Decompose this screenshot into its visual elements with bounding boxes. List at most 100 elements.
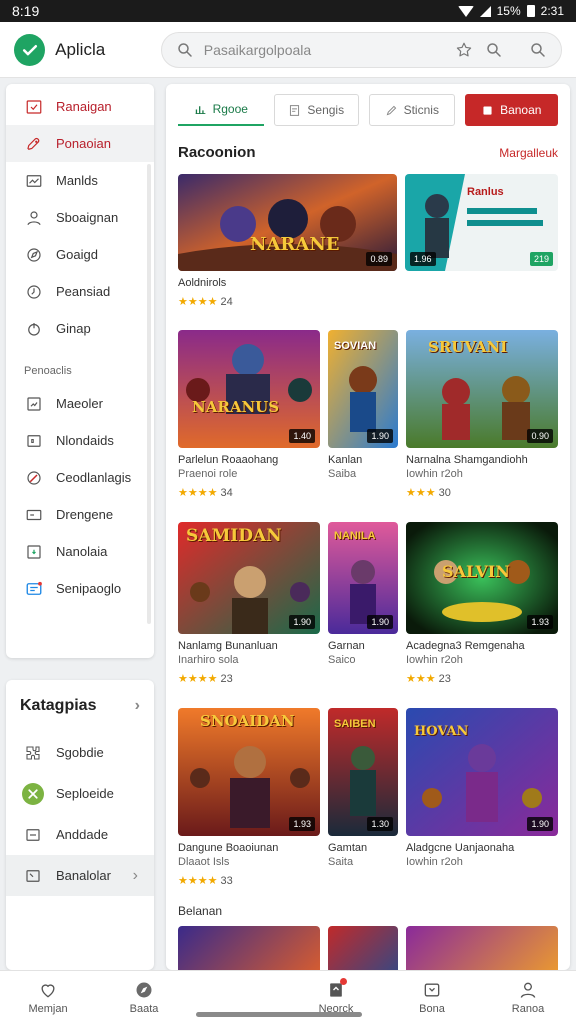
star-icon[interactable]: [453, 39, 475, 61]
game-card[interactable]: SRUVANI 0.90 Narnalna Shamgandiohh Iowhi…: [406, 330, 558, 499]
game-thumbnail[interactable]: Ranlus 1.96 219: [405, 174, 558, 271]
sidebar-scrollbar[interactable]: [147, 164, 151, 624]
game-thumbnail[interactable]: SALVIN 1.93: [406, 522, 558, 634]
nav-item-memjan[interactable]: Memjan: [0, 980, 96, 1015]
status-time: 8:19: [12, 3, 40, 19]
sidebar-item-label: Nlondaids: [56, 433, 114, 448]
game-row-5: [178, 926, 558, 970]
game-subtitle: Saita: [328, 856, 354, 868]
sidebar-item-nanolaia[interactable]: Nanolaia: [6, 533, 154, 570]
game-size-badge: 1.90: [367, 429, 393, 443]
sidebar-item-manlds[interactable]: Manlds: [6, 162, 154, 199]
sidebar-item-ginap[interactable]: Ginap: [6, 310, 154, 347]
nav-item-bona[interactable]: Bona: [384, 980, 480, 1015]
nav-item-baata[interactable]: Baata: [96, 980, 192, 1015]
sidebar-item-ponaoian[interactable]: Ponaoian: [6, 125, 154, 162]
search-submit-icon[interactable]: [527, 39, 549, 61]
search-icon: [174, 39, 196, 61]
sidebar-item-ceodlanlagis[interactable]: Ceodlanlagis: [6, 459, 154, 496]
sidebar-nav: Ranaigan Ponaoian Manlds Sboaignan Goaig…: [6, 84, 154, 658]
rating-value: 24: [220, 295, 233, 308]
tab-rgooe[interactable]: Rgooe: [178, 94, 264, 126]
tab-label: Banoan: [500, 103, 542, 117]
sidebar-item-senipaoglo[interactable]: Senipaoglo: [6, 570, 154, 607]
sidebar-item-sboaignan[interactable]: Sboaignan: [6, 199, 154, 236]
rating-stars: ★★★★: [178, 487, 218, 499]
category-label: Anddade: [56, 827, 109, 842]
bar-chart-icon: [195, 105, 205, 114]
voice-search-icon[interactable]: [483, 39, 505, 61]
game-card[interactable]: SNOAIDAN 1.93 Dangune Boaoiunan Dlaaot I…: [178, 708, 320, 887]
game-art-title: NARANE: [250, 234, 340, 255]
game-card[interactable]: SAIBEN 1.30 Gamtan Saita: [328, 708, 398, 887]
tab-sengis[interactable]: Sengis: [273, 94, 360, 126]
game-title: Aoldnirols: [178, 277, 227, 289]
game-title: Kanlan: [328, 454, 363, 466]
grid-icon: [24, 431, 44, 451]
sidebar-item-goaigd[interactable]: Goaigd: [6, 236, 154, 273]
app-logo-icon[interactable]: [14, 33, 46, 66]
game-thumbnail[interactable]: NANILA 1.90: [328, 522, 398, 634]
game-rating: ★★★★ 24: [178, 295, 397, 309]
game-thumbnail[interactable]: SAMIDAN 1.90: [178, 522, 320, 634]
tab-banoan[interactable]: Banoan: [464, 94, 558, 126]
category-item-sgobdie[interactable]: Sgobdie: [6, 732, 154, 773]
sidebar-item-peansiad[interactable]: Peansiad: [6, 273, 154, 310]
rating-value: 23: [220, 672, 233, 685]
sidebar-item-nlondaids[interactable]: Nlondaids: [6, 422, 154, 459]
category-item-anddade[interactable]: Anddade: [6, 814, 154, 855]
sidebar-item-label: Ceodlanlagis: [56, 470, 132, 485]
game-title: Dangune Boaoiunan: [178, 842, 279, 854]
sidebar-item-label: Sboaignan: [56, 210, 119, 225]
tab-sticnis[interactable]: Sticnis: [369, 94, 455, 126]
game-thumbnail[interactable]: SOVIAN 1.90: [328, 330, 398, 448]
category-label: Banalolar: [56, 868, 111, 883]
category-item-banalolar[interactable]: Banalolar ›: [6, 855, 154, 896]
user-icon: [24, 208, 44, 228]
game-thumbnail[interactable]: HOVAN 1.90: [406, 708, 558, 836]
game-thumbnail[interactable]: SRUVANI 0.90: [406, 330, 558, 448]
game-thumbnail[interactable]: [178, 926, 320, 970]
game-card[interactable]: NARANUS 1.40 Parlelun Roaaohang Praenoi …: [178, 330, 320, 499]
game-card[interactable]: HOVAN 1.90 Aladgcne Uanjaonaha Iowhin r2…: [406, 708, 558, 887]
sidebar-item-drengene[interactable]: Drengene: [6, 496, 154, 533]
game-size-badge: 1.93: [527, 615, 553, 629]
game-thumbnail[interactable]: NARANE 0.89: [178, 174, 397, 271]
game-card[interactable]: SAMIDAN 1.90 Nanlamg Bunanluan Inarhiro …: [178, 522, 320, 685]
game-rating: ★★★ 30: [406, 486, 558, 500]
sidebar-item-maeoler[interactable]: Maeoler: [6, 385, 154, 422]
game-card[interactable]: SOVIAN 1.90 Kanlan Saiba: [328, 330, 398, 499]
folder-icon: [22, 865, 44, 887]
game-art-title: Ranlus: [467, 186, 504, 198]
game-art-title: SNOAIDAN: [200, 712, 295, 730]
rating-stars: ★★★: [406, 673, 436, 685]
power-icon: [24, 319, 44, 339]
search-bar[interactable]: [160, 31, 562, 68]
game-thumbnail[interactable]: NARANUS 1.40: [178, 330, 320, 448]
categories-header[interactable]: Katagpias ›: [6, 680, 154, 732]
sidebar-item-label: Ginap: [56, 321, 91, 336]
pie-icon: [24, 468, 44, 488]
rating-stars: ★★★★: [178, 875, 218, 887]
sidebar-item-ranaigan[interactable]: Ranaigan: [6, 88, 154, 125]
search-input[interactable]: [203, 41, 445, 58]
game-thumbnail[interactable]: SAIBEN 1.30: [328, 708, 398, 836]
nav-item-neorck[interactable]: Neorck: [288, 978, 384, 1015]
game-thumbnail[interactable]: [406, 926, 558, 970]
game-card-featured[interactable]: Ranlus 1.96 219: [405, 174, 558, 308]
game-row-2: NARANUS 1.40 Parlelun Roaaohang Praenoi …: [178, 330, 558, 499]
categories-title: Katagpias: [20, 697, 97, 714]
category-item-seploeide[interactable]: Seploeide: [6, 773, 154, 814]
game-thumbnail[interactable]: SNOAIDAN 1.93: [178, 708, 320, 836]
game-title: Aladgcne Uanjaonaha: [406, 842, 515, 854]
see-more-link[interactable]: Margalleuk: [499, 146, 558, 160]
game-card[interactable]: SALVIN 1.93 Acadegna3 Remgenaha Iowhin r…: [406, 522, 558, 685]
game-thumbnail[interactable]: [328, 926, 398, 970]
game-card[interactable]: NANILA 1.90 Garnan Saico: [328, 522, 398, 685]
notification-dot: [340, 978, 347, 985]
home-indicator[interactable]: [196, 1012, 362, 1017]
nav-item-ranoa[interactable]: Ranoa: [480, 980, 576, 1015]
game-card[interactable]: NARANE 0.89 Aoldnirols ★★★★ 24: [178, 174, 397, 308]
rating-stars: ★★★★: [178, 673, 218, 685]
game-size-badge: 0.89: [366, 252, 392, 266]
